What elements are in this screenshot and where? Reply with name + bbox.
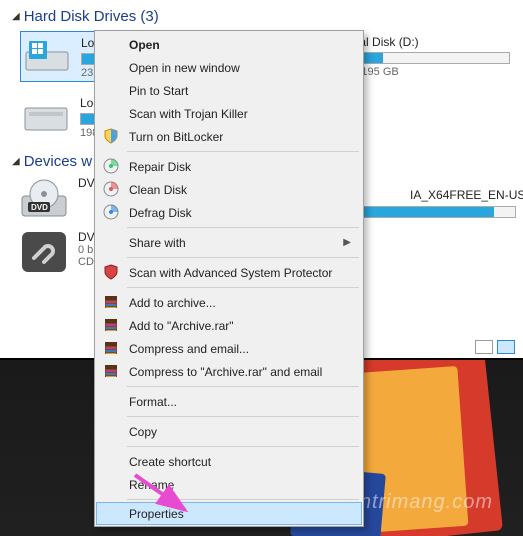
ctx-compmail[interactable]: Compress and email... bbox=[97, 337, 361, 360]
device-tools-name: DV bbox=[78, 230, 95, 244]
hdd-icon bbox=[23, 34, 71, 78]
ctx-addarch-label: Add to archive... bbox=[129, 296, 216, 310]
section-hdd-title: Hard Disk Drives (3) bbox=[24, 8, 159, 25]
device-tools-sub1: 0 b bbox=[78, 244, 95, 256]
ctx-share-label: Share with bbox=[129, 236, 186, 250]
ctx-copy-label: Copy bbox=[129, 425, 157, 439]
annotation-arrow bbox=[130, 470, 200, 525]
view-mode-icons bbox=[475, 340, 515, 354]
iso-name: IA_X64FREE_EN-US_DV5 bbox=[410, 188, 523, 202]
disc-green-icon bbox=[103, 158, 121, 176]
ctx-share[interactable]: Share with ▶ bbox=[97, 231, 361, 254]
ctx-repair[interactable]: Repair Disk bbox=[97, 155, 361, 178]
ctx-format[interactable]: Format... bbox=[97, 390, 361, 413]
drive-d-bar bbox=[340, 52, 510, 64]
ctx-defrag-label: Defrag Disk bbox=[129, 206, 192, 220]
rar-icon bbox=[103, 294, 121, 312]
ctx-clean[interactable]: Clean Disk bbox=[97, 178, 361, 201]
submenu-arrow-icon: ▶ bbox=[343, 237, 351, 248]
disc-blue-icon bbox=[103, 204, 121, 222]
ctx-comprarmail[interactable]: Compress to "Archive.rar" and email bbox=[97, 360, 361, 383]
ctx-trojan-label: Scan with Trojan Killer bbox=[129, 107, 248, 121]
ctx-bitlock[interactable]: Turn on BitLocker bbox=[97, 125, 361, 148]
collapse-tri-icon[interactable]: ◢ bbox=[12, 11, 20, 22]
tools-drive-icon bbox=[20, 230, 68, 274]
device-dvd-name: DV bbox=[78, 176, 95, 190]
disc-red-icon bbox=[103, 181, 121, 199]
svg-text:DVD: DVD bbox=[31, 203, 48, 212]
hdd-icon bbox=[22, 94, 70, 138]
device-tools-sub2: CD bbox=[78, 256, 95, 268]
rar-icon bbox=[103, 363, 121, 381]
ctx-open-new-label: Open in new window bbox=[129, 61, 240, 75]
view-tiles-icon[interactable] bbox=[497, 340, 515, 354]
ctx-comprarmail-label: Compress to "Archive.rar" and email bbox=[129, 365, 322, 379]
ctx-addrar[interactable]: Add to "Archive.rar" bbox=[97, 314, 361, 337]
ctx-asp-label: Scan with Advanced System Protector bbox=[129, 266, 332, 280]
ctx-shortcut-label: Create shortcut bbox=[129, 455, 211, 469]
ctx-pin-label: Pin to Start bbox=[129, 84, 188, 98]
ctx-repair-label: Repair Disk bbox=[129, 160, 191, 174]
collapse-tri-icon[interactable]: ◢ bbox=[12, 156, 20, 167]
shield-icon bbox=[103, 128, 121, 146]
ctx-open-new[interactable]: Open in new window bbox=[97, 56, 361, 79]
shield-red-icon bbox=[103, 264, 121, 282]
ctx-bitlock-label: Turn on BitLocker bbox=[129, 130, 223, 144]
ctx-defrag[interactable]: Defrag Disk bbox=[97, 201, 361, 224]
dvd-drive-icon: DVD bbox=[20, 176, 68, 220]
ctx-addrar-label: Add to "Archive.rar" bbox=[129, 319, 234, 333]
view-details-icon[interactable] bbox=[475, 340, 493, 354]
ctx-format-label: Format... bbox=[129, 395, 177, 409]
context-menu: Open Open in new window Pin to Start Scan w… bbox=[94, 30, 364, 527]
ctx-pin[interactable]: Pin to Start bbox=[97, 79, 361, 102]
ctx-trojan[interactable]: Scan with Trojan Killer bbox=[97, 102, 361, 125]
section-dev-title: Devices w bbox=[24, 153, 92, 170]
ctx-asp[interactable]: Scan with Advanced System Protector bbox=[97, 261, 361, 284]
ctx-open-label: Open bbox=[129, 38, 160, 52]
drive-d-name: Local Disk (D:) bbox=[340, 35, 511, 49]
ctx-clean-label: Clean Disk bbox=[129, 183, 187, 197]
ctx-copy[interactable]: Copy bbox=[97, 420, 361, 443]
drive-d-free: e of 195 GB bbox=[340, 66, 511, 78]
ctx-addarch[interactable]: Add to archive... bbox=[97, 291, 361, 314]
rar-icon bbox=[103, 317, 121, 335]
rar-icon bbox=[103, 340, 121, 358]
section-hdd-header[interactable]: ◢ Hard Disk Drives (3) bbox=[6, 6, 513, 31]
ctx-open[interactable]: Open bbox=[97, 33, 361, 56]
ctx-compmail-label: Compress and email... bbox=[129, 342, 249, 356]
